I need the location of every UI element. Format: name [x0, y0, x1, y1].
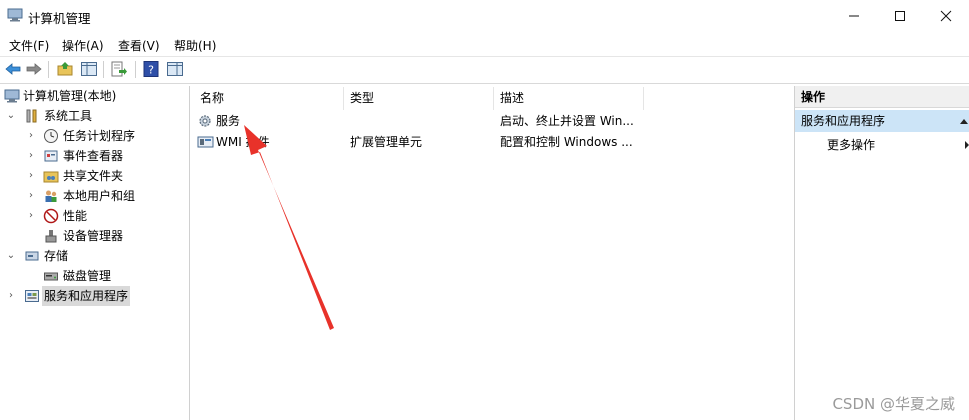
list-cell-description: 配置和控制 Windows ... — [500, 135, 633, 149]
tree-item-label: 共享文件夹 — [63, 169, 124, 183]
column-header-name[interactable]: 名称 — [194, 87, 344, 110]
chevron-down-icon[interactable]: ⌄ — [5, 106, 17, 126]
minimize-icon[interactable] — [831, 0, 877, 32]
tree-item-shared-folders[interactable]: › 共享文件夹 — [0, 166, 189, 186]
shared-folder-icon — [43, 171, 59, 183]
computer-management-icon — [4, 89, 20, 103]
storage-icon — [25, 251, 39, 261]
menu-help[interactable]: 帮助(H) — [174, 37, 216, 54]
list-cell-description: 启动、终止并设置 Win... — [500, 114, 634, 128]
performance-icon — [43, 208, 59, 224]
list-cell-type: 扩展管理单元 — [350, 135, 423, 149]
tree-item-system-tools[interactable]: ⌄ 系统工具 — [0, 106, 189, 126]
tree-pane: 计算机管理(本地) ⌄ 系统工具 › 任务计划程序 › 事件查看器 › 共享文件… — [0, 86, 190, 420]
tree-item-local-users-groups[interactable]: › 本地用户和组 — [0, 186, 189, 206]
export-list-icon[interactable] — [110, 60, 128, 78]
tools-icon — [26, 109, 37, 123]
chevron-right-icon[interactable]: › — [25, 206, 37, 226]
actions-pane: 操作 服务和应用程序 更多操作 — [794, 86, 969, 420]
actions-section-label: 服务和应用程序 — [801, 114, 886, 128]
chevron-right-icon[interactable]: › — [25, 126, 37, 146]
tree-item-label: 设备管理器 — [63, 229, 124, 243]
disk-icon — [44, 272, 58, 281]
list-pane: 名称 类型 描述 服务 启动、终止并设置 Win... WMI 控件 扩展管理单… — [194, 86, 791, 420]
gear-icon — [199, 115, 211, 127]
menu-file[interactable]: 文件(F) — [9, 37, 49, 54]
list-cell-name: WMI 控件 — [216, 135, 270, 149]
device-manager-icon — [45, 230, 57, 243]
svg-text:?: ? — [148, 64, 154, 77]
tree-item-label: 计算机管理(本地) — [23, 89, 117, 103]
tree-item-storage[interactable]: ⌄ 存储 — [0, 246, 189, 266]
menu-view[interactable]: 查看(V) — [118, 37, 160, 54]
properties-icon[interactable] — [166, 60, 184, 78]
back-arrow-icon[interactable] — [4, 60, 22, 78]
title-bar: 计算机管理 — [0, 0, 969, 32]
tree-item-label: 本地用户和组 — [63, 189, 136, 203]
tree-item-label: 服务和应用程序 — [42, 286, 131, 306]
tree-item-event-viewer[interactable]: › 事件查看器 — [0, 146, 189, 166]
actions-header: 操作 — [795, 86, 969, 108]
list-row-services[interactable]: 服务 启动、终止并设置 Win... — [194, 111, 791, 131]
tree-item-services-applications[interactable]: › 服务和应用程序 — [0, 286, 189, 306]
show-hide-tree-icon[interactable] — [80, 60, 98, 78]
tree-item-label: 系统工具 — [44, 109, 93, 123]
tree-item-label: 事件查看器 — [63, 149, 124, 163]
action-more-actions[interactable]: 更多操作 — [827, 136, 875, 153]
tree-item-label: 磁盘管理 — [63, 269, 112, 283]
services-apps-icon — [25, 290, 39, 302]
event-viewer-icon — [44, 150, 58, 162]
clock-icon — [44, 129, 58, 143]
menu-action[interactable]: 操作(A) — [62, 37, 104, 54]
maximize-icon[interactable] — [877, 0, 923, 32]
toolbar: ? — [0, 56, 969, 84]
tree-item-task-scheduler[interactable]: › 任务计划程序 — [0, 126, 189, 146]
column-header-description[interactable]: 描述 — [494, 87, 644, 110]
collapse-up-icon[interactable] — [960, 118, 968, 124]
window-title: 计算机管理 — [28, 11, 91, 26]
list-cell-name: 服务 — [216, 114, 241, 128]
watermark: CSDN @华夏之威 — [832, 395, 955, 413]
tree-item-computer-management[interactable]: 计算机管理(本地) — [0, 86, 189, 106]
tree-item-label: 任务计划程序 — [63, 129, 136, 143]
chevron-right-icon[interactable]: › — [25, 186, 37, 206]
actions-section-services-applications[interactable]: 服务和应用程序 — [795, 110, 969, 132]
up-folder-icon[interactable] — [56, 60, 74, 78]
computer-management-icon — [7, 8, 23, 22]
users-icon — [45, 190, 57, 202]
tree-item-disk-management[interactable]: 磁盘管理 — [0, 266, 189, 286]
tree-item-label: 性能 — [63, 209, 88, 223]
chevron-right-icon[interactable]: › — [5, 286, 17, 306]
column-header-type[interactable]: 类型 — [344, 87, 494, 110]
tree-item-performance[interactable]: › 性能 — [0, 206, 189, 226]
help-icon[interactable]: ? — [142, 60, 160, 78]
chevron-down-icon[interactable]: ⌄ — [5, 246, 17, 266]
forward-arrow-icon[interactable] — [25, 60, 43, 78]
chevron-right-icon[interactable]: › — [25, 166, 37, 186]
list-row-wmi-control[interactable]: WMI 控件 扩展管理单元 配置和控制 Windows ... — [194, 132, 791, 152]
wmi-control-icon — [197, 136, 214, 148]
tree-item-device-manager[interactable]: 设备管理器 — [0, 226, 189, 246]
menu-bar: 文件(F) 操作(A) 查看(V) 帮助(H) — [0, 33, 969, 55]
chevron-right-icon[interactable]: › — [25, 146, 37, 166]
close-icon[interactable] — [923, 0, 969, 32]
tree-item-label: 存储 — [44, 249, 69, 263]
more-arrow-icon[interactable] — [965, 141, 969, 149]
